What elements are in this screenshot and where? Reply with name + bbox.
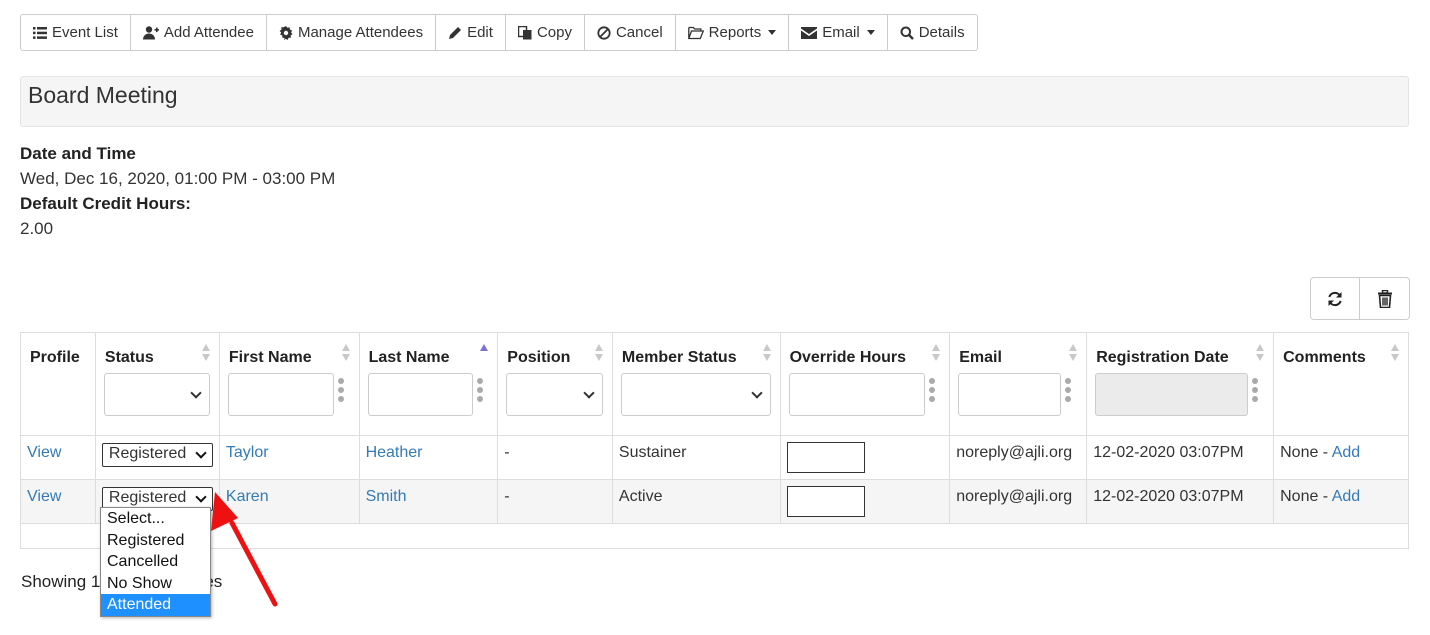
annotation-arrow-icon	[211, 492, 278, 607]
